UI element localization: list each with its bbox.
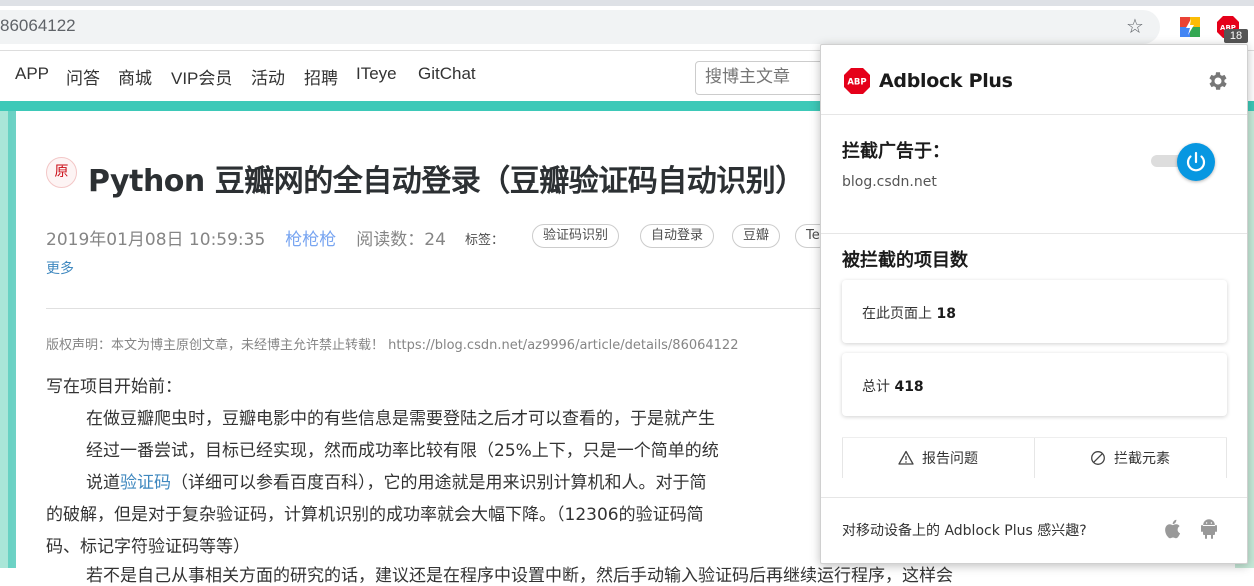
current-domain: blog.csdn.net [842,174,937,190]
star-icon[interactable]: ☆ [1126,15,1144,37]
svg-text:ABP: ABP [847,78,866,88]
block-icon [1091,451,1105,465]
article-author[interactable]: 枪枪枪 [285,230,336,250]
tab-strip [0,0,1254,6]
paragraph-text: 说道 [86,473,120,493]
nav-item-events[interactable]: 活动 [251,64,285,89]
extension-icon[interactable] [1180,17,1200,37]
nav-item-mall[interactable]: 商城 [118,64,152,89]
popup-actions: 报告问题 拦截元素 [842,437,1227,479]
tags-label: 标签： [465,233,505,248]
url-text[interactable]: 86064122 [0,16,76,36]
total-count-value: 418 [894,379,924,395]
block-element-button[interactable]: 拦截元素 [1034,438,1226,478]
article-title: Python 豆瓣网的全自动登录（豆瓣验证码自动识别） [88,164,805,199]
paragraph-line: 码、标记字符验证码等等） [46,537,250,557]
report-issue-button[interactable]: 报告问题 [842,438,1034,478]
adblock-popup: ABP Adblock Plus 拦截广告于： blog.csdn.net 被拦… [820,44,1248,564]
paragraph-line: 在做豆瓣爬虫时，豆瓣电影中的有些信息是需要登陆之后才可以查看的，于是就产生 [86,409,715,429]
article-meta: 2019年01月08日 10:59:35 枪枪枪 阅读数：24 [46,225,446,250]
page-count-value: 18 [936,306,956,322]
nav-item-qa[interactable]: 问答 [66,64,100,89]
mobile-promo-text: 对移动设备上的 Adblock Plus 感兴趣? [842,523,1087,539]
blocked-items-label: 被拦截的项目数 [842,250,968,271]
copyright-notice: 版权声明：本文为博主原创文章，未经博主允许禁止转载！ https://blog.… [46,338,739,353]
captcha-link[interactable]: 验证码 [120,473,171,493]
more-link[interactable]: 更多 [46,258,74,278]
divider [46,308,821,309]
original-badge: 原 [46,157,77,188]
paragraph-text: （详细可以参看百度百科），它的用途就是用来识别计算机和人。对于简 [171,473,707,493]
apple-icon[interactable] [1163,518,1183,540]
total-count-label: 总计 [862,379,890,395]
tag-douban[interactable]: 豆瓣 [732,224,781,248]
total-count-text: 总计 418 [862,376,924,396]
nav-item-vip[interactable]: VIP会员 [171,64,232,89]
blog-search[interactable] [695,61,835,95]
paragraph-line: 若不是自己从事相关方面的研究的话，建议还是在程序中设置中断，然后手动输入验证码后… [86,566,953,586]
abp-logo-icon: ABP [844,68,870,94]
page-count-label: 在此页面上 [862,306,932,322]
block-ads-label: 拦截广告于： [842,141,950,162]
page-count-card: 在此页面上 18 [842,280,1227,343]
blog-search-input[interactable] [705,62,825,92]
action-divider [1226,438,1227,478]
popup-header: ABP Adblock Plus [821,45,1247,115]
paragraph-line: 经过一番尝试，目标已经实现，然而成功率比较有限（25%上下，只是一个简单的统 [86,441,719,461]
blocked-count-badge: 18 [1224,29,1248,43]
nav-item-jobs[interactable]: 招聘 [304,64,338,89]
left-edge [0,111,8,568]
paragraph-line: 的破解，但是对于复杂验证码，计算机识别的成功率就会大幅下降。（12306的验证码… [46,505,704,525]
popup-footer: 对移动设备上的 Adblock Plus 感兴趣? [821,497,1247,563]
read-count: 阅读数：24 [356,230,446,250]
toggle-knob[interactable] [1177,143,1215,181]
total-count-card: 总计 418 [842,353,1227,416]
nav-item-app[interactable]: APP [15,64,49,84]
tag-autologin[interactable]: 自动登录 [640,224,715,248]
warning-icon [898,450,914,465]
paragraph-line: 说道验证码（详细可以参看百度百科），它的用途就是用来识别计算机和人。对于简 [86,468,707,493]
popup-title: Adblock Plus [879,70,1013,92]
paragraph-heading: 写在项目开始前： [46,377,182,397]
block-element-label: 拦截元素 [1114,451,1170,467]
section-divider [821,233,1247,234]
power-icon [1186,151,1206,172]
blocking-toggle[interactable] [1151,143,1217,181]
nav-item-iteye[interactable]: ITeye [356,64,397,84]
page-count-text: 在此页面上 18 [862,303,956,323]
tag-captcha[interactable]: 验证码识别 [532,224,620,248]
android-icon[interactable] [1199,518,1219,540]
address-bar[interactable]: 86064122 [0,10,1160,44]
gear-icon[interactable] [1205,69,1229,93]
report-issue-label: 报告问题 [922,451,978,467]
article-date: 2019年01月08日 10:59:35 [46,230,266,250]
nav-item-gitchat[interactable]: GitChat [418,64,476,84]
